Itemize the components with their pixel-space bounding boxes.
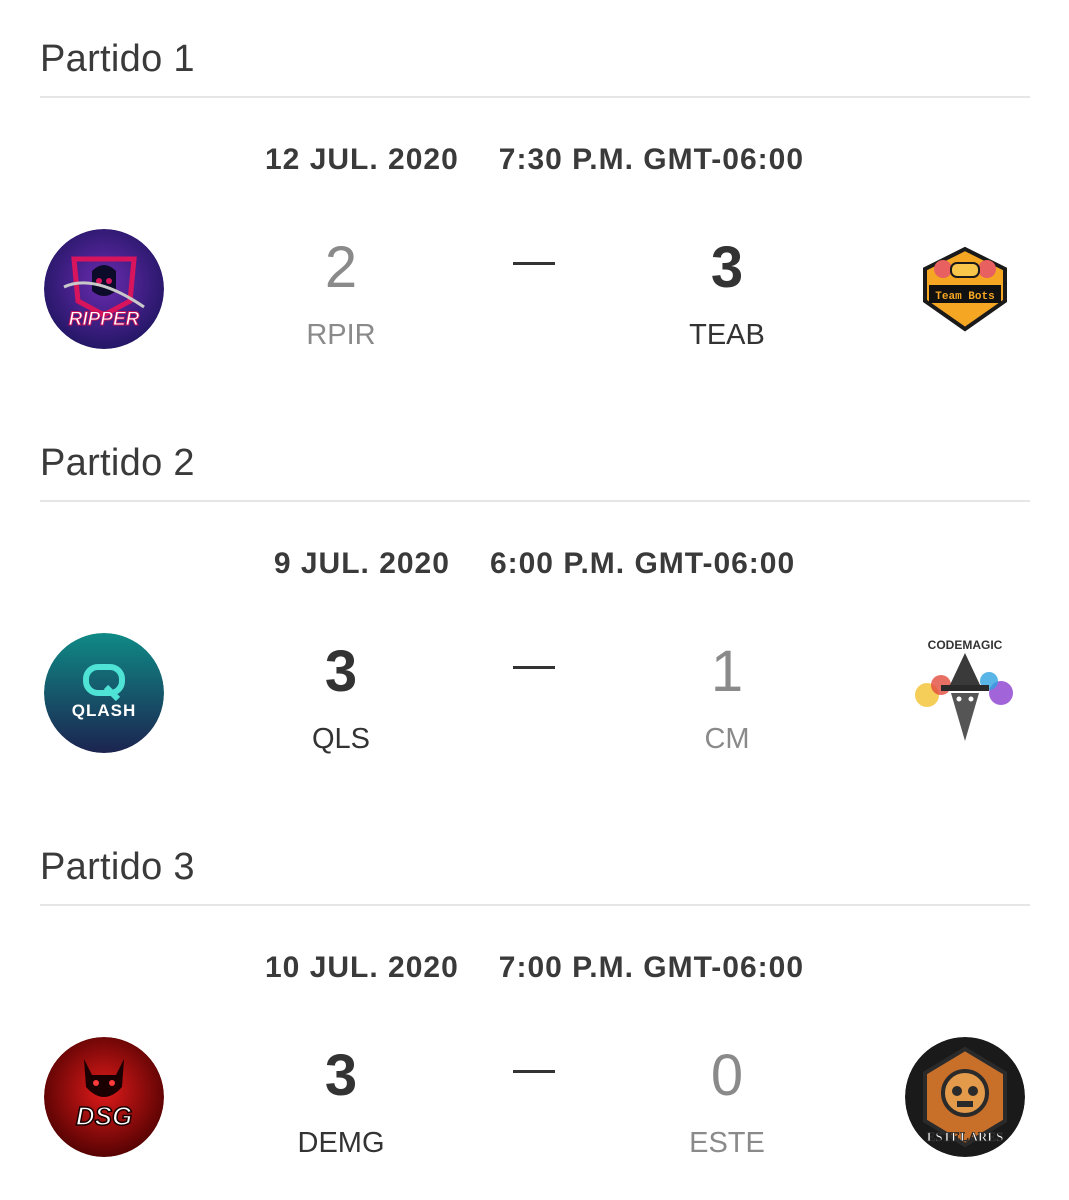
away-team-abbr[interactable]: CM <box>627 722 827 756</box>
qlash-team-logo[interactable]: QLASH <box>44 633 164 753</box>
estelares-team-logo[interactable]: ESTELARES <box>905 1037 1025 1157</box>
match-title: Partido 1 <box>40 38 195 80</box>
dsg-team-logo[interactable]: DSG <box>44 1037 164 1157</box>
svg-text:RIPPER: RIPPER <box>69 309 140 330</box>
home-score: 3 <box>324 639 358 704</box>
svg-text:ESTELARES: ESTELARES <box>927 1129 1004 1144</box>
team-bots-logo[interactable]: Team Bots <box>905 229 1025 349</box>
match-datetime: 9 JUL. 2020 6:00 P.M. GMT-06:00 <box>0 547 1069 581</box>
divider <box>40 904 1030 906</box>
svg-text:Team Bots: Team Bots <box>935 291 994 303</box>
home-score: 2 <box>324 235 358 300</box>
match-date: 12 JUL. 2020 <box>264 143 459 176</box>
match-title: Partido 3 <box>40 846 195 888</box>
home-score: 3 <box>324 1043 358 1108</box>
codemagic-logo[interactable]: CODEMAGIC <box>905 633 1025 753</box>
divider <box>40 96 1030 98</box>
svg-text:QLASH: QLASH <box>72 701 137 720</box>
away-team-abbr[interactable]: TEAB <box>627 318 827 352</box>
score-separator <box>513 262 555 265</box>
score-separator <box>513 666 555 669</box>
match-title: Partido 2 <box>40 442 195 484</box>
ripper-team-logo[interactable]: RIPPER <box>44 229 164 349</box>
home-team-abbr[interactable]: DEMG <box>241 1126 441 1160</box>
match-datetime: 12 JUL. 2020 7:30 P.M. GMT-06:00 <box>0 143 1069 177</box>
home-team-abbr[interactable]: RPIR <box>241 318 441 352</box>
score-separator <box>513 1070 555 1073</box>
match-time: 7:30 P.M. GMT-06:00 <box>498 143 805 176</box>
svg-text:DSG: DSG <box>76 1101 132 1131</box>
match-datetime: 10 JUL. 2020 7:00 P.M. GMT-06:00 <box>0 951 1069 985</box>
match-date: 10 JUL. 2020 <box>264 951 459 984</box>
away-team-abbr[interactable]: ESTE <box>627 1126 827 1160</box>
match-time: 7:00 P.M. GMT-06:00 <box>498 951 805 984</box>
away-score: 1 <box>710 639 744 704</box>
svg-text:CODEMAGIC: CODEMAGIC <box>928 638 1003 652</box>
match-time: 6:00 P.M. GMT-06:00 <box>489 547 796 580</box>
away-score: 0 <box>710 1043 744 1108</box>
home-team-abbr[interactable]: QLS <box>241 722 441 756</box>
divider <box>40 500 1030 502</box>
away-score: 3 <box>710 235 744 300</box>
match-date: 9 JUL. 2020 <box>273 547 450 580</box>
